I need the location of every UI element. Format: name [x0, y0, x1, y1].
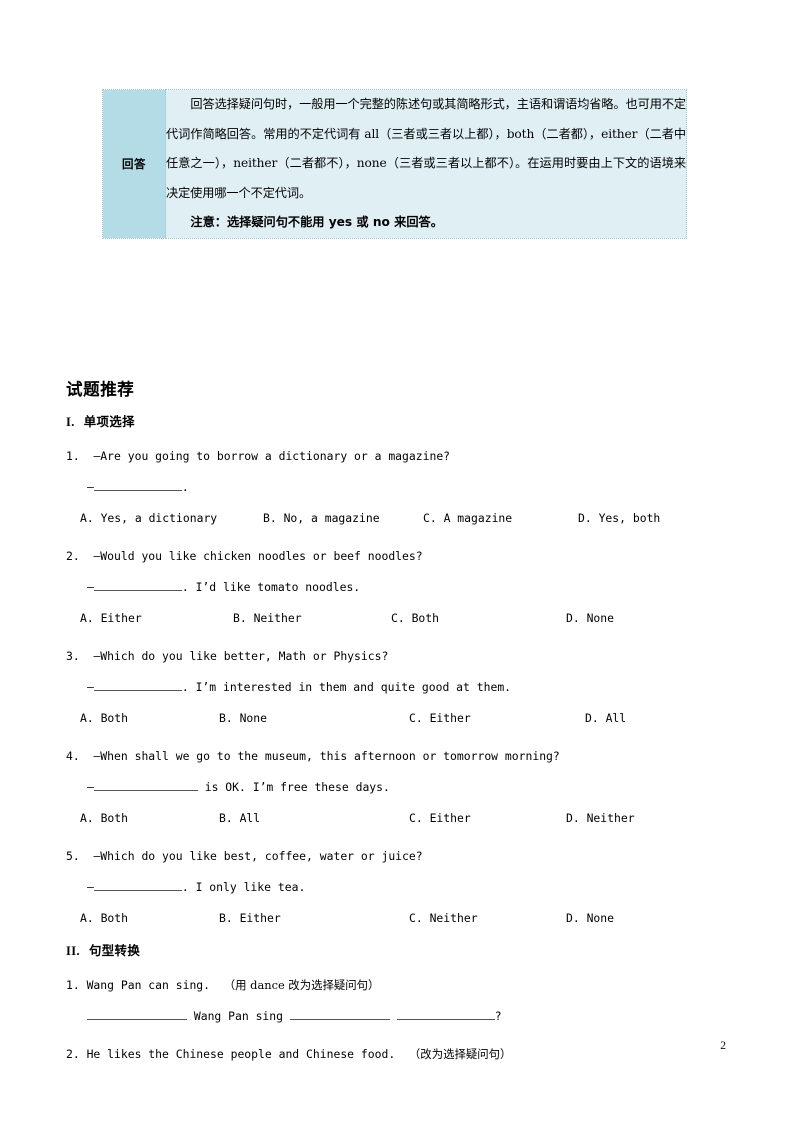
question-options: A. Both B. All C. Either D. Neither: [66, 803, 726, 834]
question-stem: 2. He likes the Chinese people and Chine…: [66, 1039, 726, 1070]
question-options: A. Yes, a dictionary B. No, a magazine C…: [66, 503, 726, 534]
option-b[interactable]: B. Either: [219, 903, 409, 934]
note-caution: 注意：选择疑问句不能用 yes 或 no 来回答。: [190, 215, 443, 229]
part-title-2: 句型转换: [88, 943, 141, 958]
option-c[interactable]: C. Either: [409, 803, 566, 834]
dash-prefix: —: [87, 580, 94, 594]
question-stem: 5. —Which do you like best, coffee, wate…: [66, 841, 726, 872]
question-answer-line: — . I only like tea.: [66, 872, 726, 903]
option-d[interactable]: D. All: [585, 703, 626, 734]
option-d[interactable]: D. Yes, both: [578, 503, 660, 534]
question-item: 2. —Would you like chicken noodles or be…: [66, 541, 726, 634]
question-number: 2.: [66, 549, 80, 563]
option-a[interactable]: A. Both: [80, 803, 219, 834]
question-instruction: （改为选择疑问句）: [408, 1047, 512, 1061]
part-roman-1: I.: [66, 415, 75, 429]
question-text: He likes the Chinese people and Chinese …: [86, 1047, 403, 1061]
question-number: 4.: [66, 749, 80, 763]
question-number: 5.: [66, 849, 80, 863]
question-item: 1. Wang Pan can sing. （用 dance 改为选择疑问句） …: [66, 970, 726, 1032]
part-title-1: 单项选择: [83, 414, 135, 429]
question-stem: 2. —Would you like chicken noodles or be…: [66, 541, 726, 572]
option-b[interactable]: B. No, a magazine: [263, 503, 423, 534]
option-b[interactable]: B. None: [219, 703, 409, 734]
answer-blank[interactable]: [93, 480, 182, 491]
dash-prefix: —: [87, 680, 94, 694]
option-a[interactable]: A. Both: [80, 903, 219, 934]
question-text: —When shall we go to the museum, this af…: [93, 749, 560, 763]
question-options: A. Either B. Neither C. Both D. None: [66, 603, 726, 634]
question-answer-line: Wang Pan sing ?: [66, 1001, 726, 1032]
answer-suffix: . I’m interested in them and quite good …: [181, 680, 512, 694]
part-heading-2: II. 句型转换: [66, 941, 726, 959]
option-a[interactable]: A. Either: [80, 603, 233, 634]
option-d[interactable]: D. None: [566, 603, 614, 634]
answer-blank[interactable]: [93, 780, 198, 791]
option-c[interactable]: C. Both: [391, 603, 566, 634]
question-item: 1. —Are you going to borrow a dictionary…: [66, 441, 726, 534]
fill-middle-text: Wang Pan sing: [187, 1009, 290, 1023]
question-item: 5. —Which do you like best, coffee, wate…: [66, 841, 726, 934]
answer-blank[interactable]: [396, 1009, 495, 1020]
question-number: 3.: [66, 649, 80, 663]
question-answer-line: — . I’d like tomato noodles.: [66, 572, 726, 603]
answer-blank[interactable]: [93, 680, 182, 691]
table-row: 回答 回答选择疑问句时，一般用一个完整的陈述句或其简略形式，主语和谓语均省略。也…: [102, 89, 687, 239]
note-body-cell: 回答选择疑问句时，一般用一个完整的陈述句或其简略形式，主语和谓语均省略。也可用不…: [165, 89, 687, 239]
answer-suffix: is OK. I’m free these days.: [197, 780, 390, 794]
option-c[interactable]: C. A magazine: [423, 503, 578, 534]
option-c[interactable]: C. Either: [409, 703, 585, 734]
dash-prefix: —: [87, 880, 94, 894]
answer-suffix: .: [181, 480, 189, 494]
option-b[interactable]: B. All: [219, 803, 409, 834]
option-d[interactable]: D. Neither: [566, 803, 635, 834]
question-text: —Are you going to borrow a dictionary or…: [93, 449, 451, 463]
dash-prefix: —: [87, 480, 94, 494]
option-d[interactable]: D. None: [566, 903, 614, 934]
part-heading-1: I. 单项选择: [66, 412, 726, 430]
question-item: 2. He likes the Chinese people and Chine…: [66, 1039, 726, 1070]
question-number: 2.: [66, 1047, 80, 1061]
note-label-cell: 回答: [102, 89, 166, 239]
answer-blank[interactable]: [93, 580, 182, 591]
dash-prefix: —: [87, 780, 94, 794]
option-b[interactable]: B. Neither: [233, 603, 391, 634]
answer-blank[interactable]: [289, 1009, 390, 1020]
question-number: 1.: [66, 978, 80, 992]
question-item: 4. —When shall we go to the museum, this…: [66, 741, 726, 834]
question-options: A. Both B. None C. Either D. All: [66, 703, 726, 734]
page-number: 2: [720, 1040, 726, 1052]
question-stem: 1. Wang Pan can sing. （用 dance 改为选择疑问句）: [66, 970, 726, 1001]
question-number: 1.: [66, 449, 80, 463]
question-answer-line: —.: [66, 472, 726, 503]
question-stem: 3. —Which do you like better, Math or Ph…: [66, 641, 726, 672]
grammar-note-table: 回答 回答选择疑问句时，一般用一个完整的陈述句或其简略形式，主语和谓语均省略。也…: [102, 89, 687, 239]
page-title: 试题推荐: [66, 380, 135, 399]
note-paragraph: 回答选择疑问句时，一般用一个完整的陈述句或其简略形式，主语和谓语均省略。也可用不…: [166, 97, 686, 200]
fill-end-text: ?: [494, 1009, 502, 1023]
question-answer-line: — . I’m interested in them and quite good…: [66, 672, 726, 703]
question-answer-line: — is OK. I’m free these days.: [66, 772, 726, 803]
exercise-content: I. 单项选择 1. —Are you going to borrow a dic…: [66, 412, 726, 1077]
question-stem: 4. —When shall we go to the museum, this…: [66, 741, 726, 772]
document-page: 回答 回答选择疑问句时，一般用一个完整的陈述句或其简略形式，主语和谓语均省略。也…: [0, 0, 794, 1123]
option-c[interactable]: C. Neither: [409, 903, 566, 934]
option-a[interactable]: A. Yes, a dictionary: [80, 503, 263, 534]
answer-blank[interactable]: [87, 1009, 187, 1020]
question-text: Wang Pan can sing.: [86, 978, 217, 992]
answer-suffix: . I’d like tomato noodles.: [181, 580, 361, 594]
option-a[interactable]: A. Both: [80, 703, 219, 734]
question-text: —Which do you like better, Math or Physi…: [93, 649, 389, 663]
question-item: 3. —Which do you like better, Math or Ph…: [66, 641, 726, 734]
question-text: —Would you like chicken noodles or beef …: [93, 549, 423, 563]
part-roman-2: II.: [66, 944, 80, 958]
answer-suffix: . I only like tea.: [181, 880, 306, 894]
question-stem: 1. —Are you going to borrow a dictionary…: [66, 441, 726, 472]
question-options: A. Both B. Either C. Neither D. None: [66, 903, 726, 934]
note-label-text: 回答: [122, 156, 146, 171]
answer-blank[interactable]: [93, 880, 182, 891]
question-text: —Which do you like best, coffee, water o…: [93, 849, 423, 863]
question-instruction: （用 dance 改为选择疑问句）: [223, 978, 380, 992]
